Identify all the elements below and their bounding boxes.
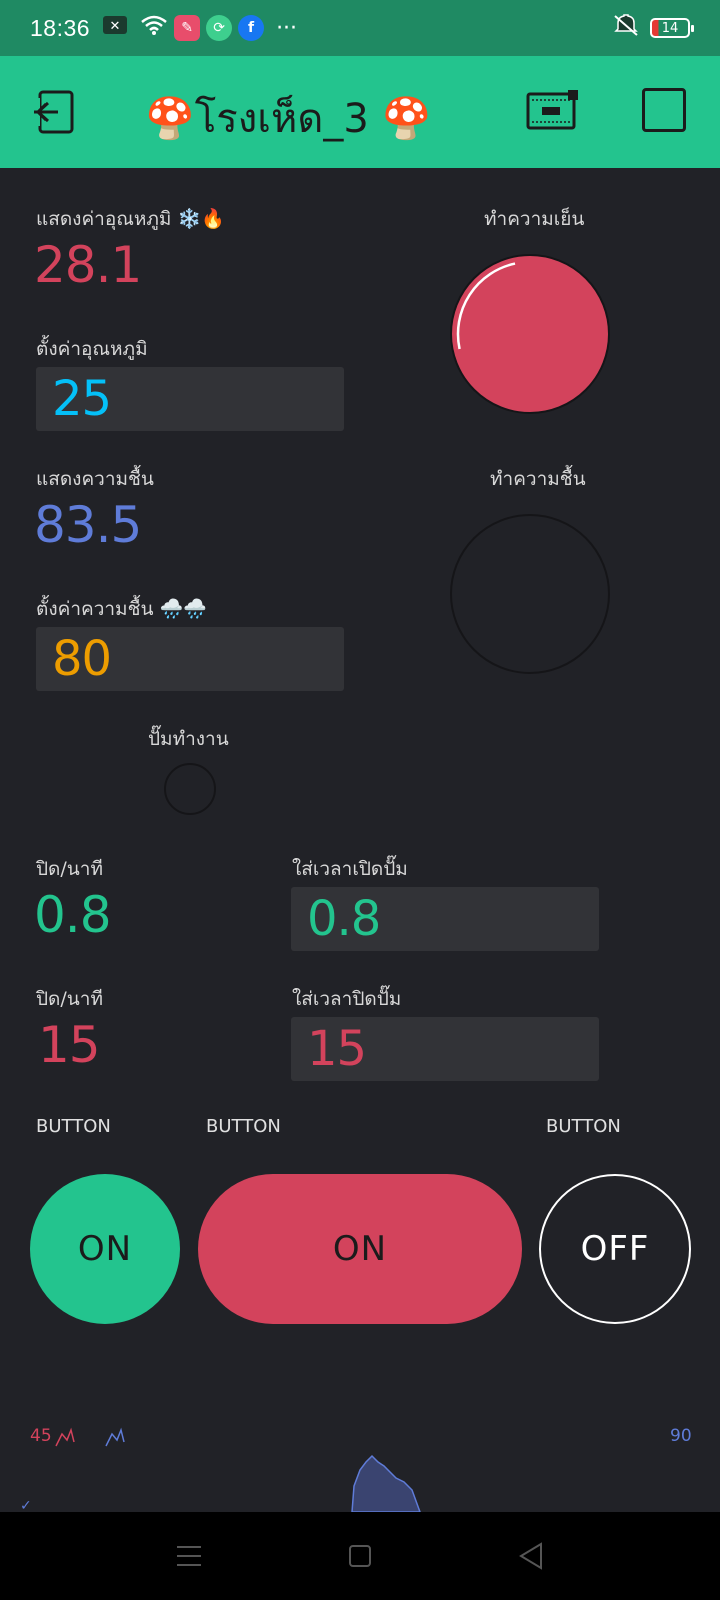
pump-on-time-input[interactable]: 0.8 bbox=[291, 887, 599, 951]
humidity-display-value: 83.5 bbox=[34, 496, 142, 554]
status-bar: 18:36 ✕ ✎ ⟳ f ··· 14 bbox=[0, 0, 720, 56]
button2-label: BUTTON bbox=[206, 1116, 281, 1137]
timer1-label: ปิด/นาที bbox=[36, 858, 103, 880]
battery-icon: 14 bbox=[650, 18, 694, 38]
legend-red-series-icon bbox=[55, 1427, 75, 1447]
button3-state: OFF bbox=[580, 1229, 650, 1269]
battery-level: 14 bbox=[661, 20, 679, 36]
exit-icon[interactable] bbox=[32, 88, 80, 136]
button3-label: BUTTON bbox=[546, 1116, 621, 1137]
timer1-input-label: ใส่เวลาเปิดปั๊ม bbox=[292, 858, 408, 880]
wifi-icon bbox=[140, 14, 168, 42]
humidity-chart-area bbox=[351, 1454, 421, 1512]
chart-right-axis-max: 90 bbox=[670, 1426, 692, 1446]
temperature-display-label: แสดงค่าอุณหภูมิ ❄️🔥 bbox=[36, 208, 225, 230]
temperature-set-input[interactable]: 25 bbox=[36, 367, 344, 431]
timer2-label: ปิด/นาที bbox=[36, 988, 103, 1010]
temperature-set-label: ตั้งค่าอุณหภูมิ bbox=[36, 338, 148, 360]
pump-off-time-input[interactable]: 15 bbox=[291, 1017, 599, 1081]
cooling-led bbox=[450, 254, 610, 414]
timer1-value: 0.8 bbox=[34, 886, 112, 944]
pump-label: ปั๊มทำงาน bbox=[148, 728, 229, 750]
timer2-value: 15 bbox=[38, 1016, 101, 1074]
legend-blue-series-icon bbox=[105, 1427, 125, 1447]
humidify-led bbox=[450, 514, 610, 674]
app-header: 🍄โรงเห็ด_3 🍄 bbox=[0, 56, 720, 168]
home-icon[interactable] bbox=[348, 1544, 372, 1572]
button1[interactable]: ON bbox=[30, 1174, 180, 1324]
notification-icon: ✕ bbox=[102, 14, 128, 42]
page-title: 🍄โรงเห็ด_3 🍄 bbox=[145, 96, 432, 142]
timer2-input-label: ใส่เวลาปิดปั๊ม bbox=[292, 988, 402, 1010]
pump-on-time-value: 0.8 bbox=[307, 891, 381, 947]
temperature-display-value: 28.1 bbox=[34, 236, 142, 294]
stop-button[interactable] bbox=[642, 88, 686, 132]
menu-icon[interactable] bbox=[176, 1544, 202, 1572]
app-notification-icon: ✎ bbox=[174, 15, 201, 41]
navigation-bar bbox=[0, 1512, 720, 1600]
back-icon[interactable] bbox=[518, 1542, 544, 1574]
cooling-label: ทำความเย็น bbox=[484, 208, 585, 230]
line-notification-icon: ⟳ bbox=[206, 15, 233, 41]
chart-small-label: ✓ bbox=[20, 1498, 32, 1512]
button3[interactable]: OFF bbox=[539, 1174, 691, 1324]
device-icon[interactable] bbox=[526, 90, 578, 132]
status-time: 18:36 bbox=[30, 14, 91, 41]
humidity-set-label: ตั้งค่าความชื้น 🌧️🌧️ bbox=[36, 598, 207, 620]
mute-icon bbox=[612, 13, 640, 43]
humidify-label: ทำความชื้น bbox=[490, 468, 586, 490]
button1-label: BUTTON bbox=[36, 1116, 111, 1137]
chart-widget[interactable]: ✓ 45 90 bbox=[0, 1410, 720, 1512]
humidity-set-value: 80 bbox=[52, 631, 112, 687]
more-notifications-icon: ··· bbox=[276, 15, 298, 41]
pump-led bbox=[164, 763, 216, 815]
facebook-icon: f bbox=[238, 15, 265, 41]
humidity-display-label: แสดงความชื้น bbox=[36, 468, 154, 490]
svg-text:✕: ✕ bbox=[110, 19, 121, 34]
humidity-set-input[interactable]: 80 bbox=[36, 627, 344, 691]
pump-off-time-value: 15 bbox=[307, 1021, 367, 1077]
chart-left-axis-max: 45 bbox=[30, 1426, 52, 1446]
button2[interactable]: ON bbox=[198, 1174, 522, 1324]
button1-state: ON bbox=[77, 1229, 133, 1269]
temperature-set-value: 25 bbox=[52, 371, 112, 427]
button2-state: ON bbox=[332, 1229, 388, 1269]
